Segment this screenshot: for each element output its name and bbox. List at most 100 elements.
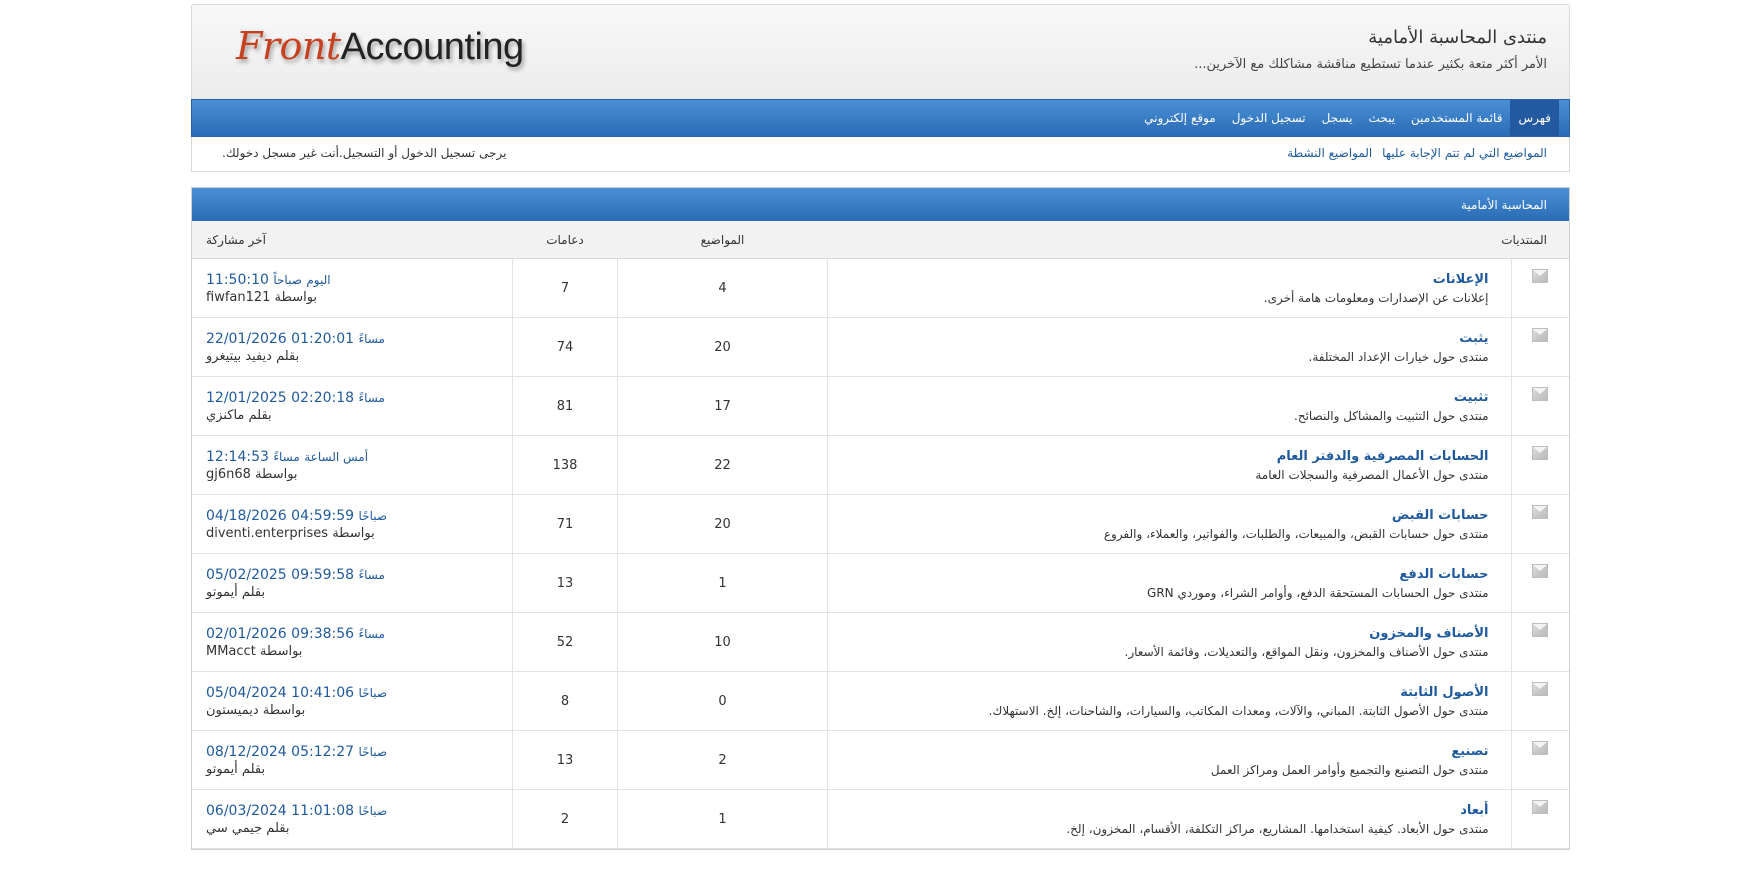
forum-name-link[interactable]: يثبت xyxy=(829,331,1488,346)
last-post-time: 04:59:59 04/18/2026 xyxy=(206,507,355,524)
forums-table: المنتديات المواضيع دعامات آخر مشاركة الإ… xyxy=(192,221,1569,849)
last-post-author: بواسطة gj6n68 xyxy=(206,466,298,482)
frontaccounting-logo[interactable]: FrontAccounting xyxy=(236,24,524,69)
last-post-ampm: مساءً xyxy=(273,449,300,464)
forum-topics-count: 1 xyxy=(617,789,828,849)
forum-read-icon xyxy=(1532,623,1549,637)
last-post: صباحًا 05:12:27 08/12/2024 بقلم أيموتو xyxy=(206,744,511,777)
forum-name-link[interactable]: تثبيت xyxy=(829,390,1489,405)
last-post-time: 10:41:06 05/04/2024 xyxy=(206,684,355,701)
forum-posts-count: 74 xyxy=(512,317,618,377)
last-post-link[interactable]: مساءً 02:20:18 12/01/2025 xyxy=(206,390,511,406)
last-post-cell: مساءً 02:20:18 12/01/2025 بقلم ماكنزي xyxy=(192,376,513,436)
last-post-cell: صباحًا 05:12:27 08/12/2024 بقلم أيموتو xyxy=(192,730,513,790)
board-title: منتدى المحاسبة الأمامية xyxy=(1368,27,1547,48)
last-post-cell: صباحًا 11:01:08 06/03/2024 بقلم جيمي سي xyxy=(192,789,513,849)
forum-row: تثبيت منتدى حول التثبيت والمشاكل والنصائح… xyxy=(192,376,1569,436)
forum-row: الإعلانات إعلانات عن الإصدارات ومعلومات ه… xyxy=(192,258,1569,318)
page-wrapper: FrontAccounting منتدى المحاسبة الأمامية … xyxy=(191,4,1570,850)
forum-posts-count: 13 xyxy=(512,553,618,613)
last-post-link[interactable]: اليوم صباحاً 11:50:10 xyxy=(206,272,511,288)
forum-name-link[interactable]: الأصول الثابتة xyxy=(829,685,1488,700)
forum-row: الحسابات المصرفية والدفتر العام منتدى حول… xyxy=(192,435,1569,495)
forum-info-cell: حسابات القبض منتدى حول حسابات القبض، والم… xyxy=(827,494,1512,554)
forum-status-cell xyxy=(1511,730,1569,790)
forum-read-icon xyxy=(1532,269,1549,283)
forum-status-cell xyxy=(1511,435,1569,495)
last-post-link[interactable]: صباحًا 05:12:27 08/12/2024 xyxy=(206,744,511,760)
last-post-author: بقلم جيمي سي xyxy=(206,820,290,836)
nav-register[interactable]: يسجل xyxy=(1314,100,1361,136)
last-post-link[interactable]: صباحًا 10:41:06 05/04/2024 xyxy=(206,685,511,701)
nav-index[interactable]: فهرس xyxy=(1510,100,1559,136)
forum-row: حسابات القبض منتدى حول حسابات القبض، والم… xyxy=(192,494,1569,554)
forum-description: منتدى حول خيارات الإعداد المختلفة. xyxy=(1308,349,1489,364)
last-post-link[interactable]: أمس الساعة مساءً 12:14:53 xyxy=(206,449,511,465)
nav-search[interactable]: يبحث xyxy=(1361,100,1404,136)
forums-table-body: الإعلانات إعلانات عن الإصدارات ومعلومات ه… xyxy=(192,258,1569,849)
last-post: أمس الساعة مساءً 12:14:53 بواسطة gj6n68 xyxy=(206,449,511,482)
site-header: FrontAccounting منتدى المحاسبة الأمامية … xyxy=(191,4,1570,99)
column-forums: المنتديات xyxy=(827,221,1569,259)
last-post-author: بقلم أيموتو xyxy=(206,584,266,600)
last-post-ampm: مساءً xyxy=(358,390,385,405)
forum-topics-count: 4 xyxy=(617,258,828,318)
nav-website[interactable]: موقع إلكتروني xyxy=(1136,100,1224,136)
forum-name-link[interactable]: حسابات القبض xyxy=(829,508,1489,523)
nav-user-list[interactable]: قائمة المستخدمين xyxy=(1403,100,1510,136)
last-post-ampm: صباحًا xyxy=(358,508,388,523)
forum-read-icon xyxy=(1532,682,1549,696)
last-post: صباحًا 04:59:59 04/18/2026 بواسطة diventi… xyxy=(206,508,511,541)
last-post-cell: مساءً 09:59:58 05/02/2025 بقلم أيموتو xyxy=(192,553,513,613)
forum-name-link[interactable]: الحسابات المصرفية والدفتر العام xyxy=(829,449,1489,464)
forum-info-cell: الأصول الثابتة منتدى حول الأصول الثابتة. … xyxy=(827,671,1512,731)
unanswered-topics-link[interactable]: المواضيع التي لم تتم الإجابة عليها xyxy=(1382,146,1547,160)
last-post-ampm: صباحًا xyxy=(358,803,388,818)
last-post-cell: أمس الساعة مساءً 12:14:53 بواسطة gj6n68 xyxy=(192,435,513,495)
last-post-cell: صباحًا 04:59:59 04/18/2026 بواسطة diventi… xyxy=(192,494,513,554)
column-last-post: آخر مشاركة xyxy=(192,221,513,259)
last-post-time: 12:14:53 xyxy=(206,448,269,465)
last-post-author: بقلم ديفيد بيتيغرو xyxy=(206,348,300,364)
forum-topics-count: 20 xyxy=(617,317,828,377)
active-topics-link[interactable]: المواضيع النشطة xyxy=(1287,146,1372,160)
forum-name-link[interactable]: الأصناف والمخزون xyxy=(829,626,1488,641)
logo-front-text: Front xyxy=(236,24,341,68)
last-post-link[interactable]: مساءً 09:38:56 02/01/2026 xyxy=(206,626,511,642)
last-post-time: 11:01:08 06/03/2024 xyxy=(206,802,355,819)
forum-name-link[interactable]: حسابات الدفع xyxy=(829,567,1488,582)
last-post: مساءً 09:59:58 05/02/2025 بقلم أيموتو xyxy=(206,567,511,600)
last-post-prefix: اليوم xyxy=(306,272,331,287)
last-post-author: بواسطة MMacct xyxy=(206,643,303,659)
last-post-time: 09:59:58 05/02/2025 xyxy=(206,566,355,583)
forum-info-cell: الحسابات المصرفية والدفتر العام منتدى حول… xyxy=(827,435,1512,495)
forum-row: تصنيع منتدى حول التصنيع والتجميع وأوامر ا… xyxy=(192,730,1569,790)
quick-links: المواضيع التي لم تتم الإجابة عليها الموا… xyxy=(1281,146,1547,160)
board-description: الأمر أكثر متعة بكثير عندما تستطيع مناقش… xyxy=(1194,57,1547,72)
forum-read-icon xyxy=(1532,387,1549,401)
last-post-author: بقلم أيموتو xyxy=(206,761,266,777)
forum-name-link[interactable]: أبعاد xyxy=(829,803,1488,818)
last-post-link[interactable]: صباحًا 11:01:08 06/03/2024 xyxy=(206,803,511,819)
last-post-time: 01:20:01 22/01/2026 xyxy=(206,330,355,347)
forum-description: منتدى حول الأبعاد. كيفية استخدامها. المش… xyxy=(1066,821,1489,836)
forum-topics-count: 17 xyxy=(617,376,828,436)
forum-description: منتدى حول الأصول الثابتة. المباني، والآل… xyxy=(988,703,1489,718)
forum-name-link[interactable]: الإعلانات xyxy=(829,272,1489,287)
forum-status-cell xyxy=(1511,317,1569,377)
forum-name-link[interactable]: تصنيع xyxy=(829,744,1488,759)
forum-topics-count: 20 xyxy=(617,494,828,554)
forum-status-cell xyxy=(1511,789,1569,849)
forum-info-cell: تصنيع منتدى حول التصنيع والتجميع وأوامر ا… xyxy=(827,730,1512,790)
last-post-link[interactable]: مساءً 01:20:01 22/01/2026 xyxy=(206,331,511,347)
last-post-cell: صباحًا 10:41:06 05/04/2024 بواسطة ديميستو… xyxy=(192,671,513,731)
nav-login[interactable]: تسجيل الدخول xyxy=(1224,100,1314,136)
category-title[interactable]: المحاسبة الأمامية xyxy=(192,188,1569,221)
last-post-author: بواسطة diventi.enterprises xyxy=(206,525,375,541)
last-post: مساءً 09:38:56 02/01/2026 بواسطة MMacct xyxy=(206,626,511,659)
last-post-author: بواسطة fiwfan121 xyxy=(206,289,318,305)
last-post-link[interactable]: مساءً 09:59:58 05/02/2025 xyxy=(206,567,511,583)
last-post-link[interactable]: صباحًا 04:59:59 04/18/2026 xyxy=(206,508,511,524)
forum-posts-count: 138 xyxy=(512,435,618,495)
last-post-ampm: مساءً xyxy=(358,567,385,582)
